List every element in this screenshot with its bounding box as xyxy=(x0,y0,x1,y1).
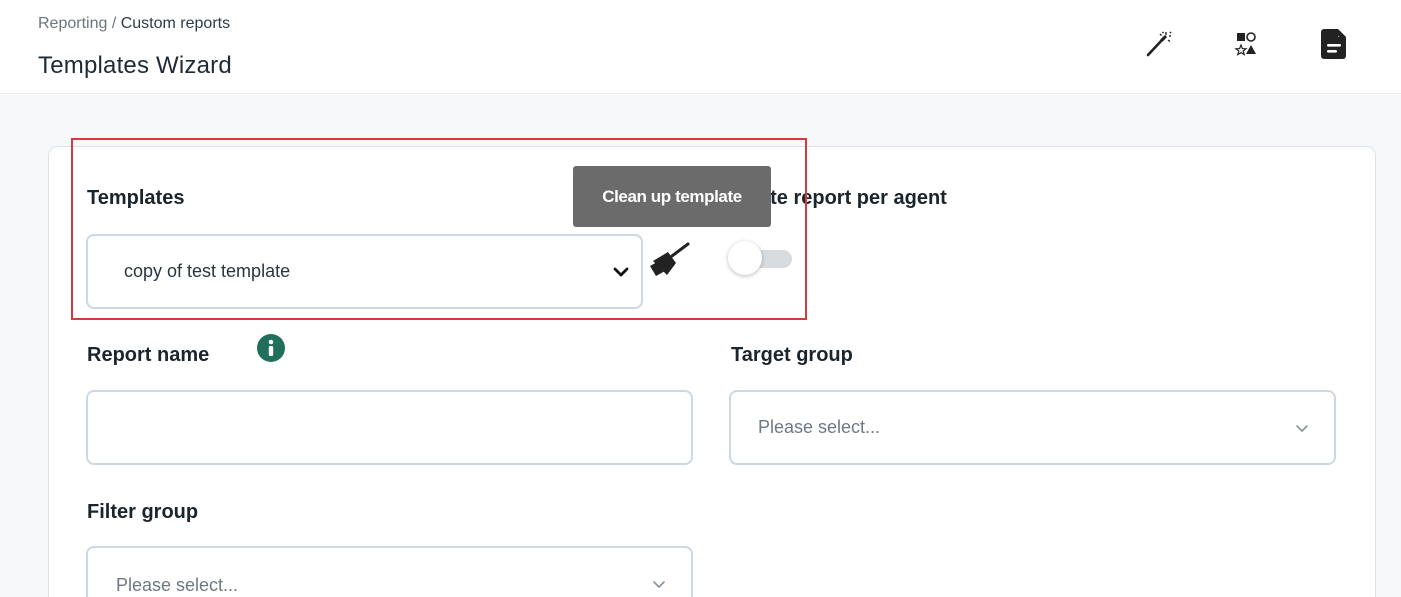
filter-group-select[interactable]: Please select... xyxy=(86,546,693,597)
magic-wand-button[interactable] xyxy=(1138,24,1178,64)
filter-group-placeholder: Please select... xyxy=(116,575,239,595)
document-icon xyxy=(1321,29,1346,59)
toggle-knob xyxy=(728,241,762,275)
breadcrumb: Reporting / Custom reports xyxy=(38,15,230,33)
templates-select[interactable]: copy of test template xyxy=(86,234,643,309)
page-title: Templates Wizard xyxy=(38,52,232,79)
chevron-down-icon xyxy=(649,575,669,595)
broom-icon xyxy=(650,242,690,276)
templates-select-value: copy of test template xyxy=(124,261,291,281)
filter-group-label: Filter group xyxy=(87,501,199,523)
cleanup-template-button[interactable] xyxy=(646,239,692,279)
shapes-button[interactable] xyxy=(1226,24,1266,64)
breadcrumb-current[interactable]: Custom reports xyxy=(121,15,230,32)
report-name-label: Report name xyxy=(87,344,210,366)
page-header: Reporting / Custom reports Templates Wiz… xyxy=(0,0,1401,94)
report-name-input[interactable] xyxy=(86,390,693,465)
shapes-icon xyxy=(1234,32,1256,56)
breadcrumb-root[interactable]: Reporting xyxy=(38,15,107,32)
cleanup-tooltip: Clean up template xyxy=(573,166,771,227)
chevron-down-icon xyxy=(611,262,631,282)
separate-report-label: ate report per agent xyxy=(759,187,947,209)
magic-wand-icon xyxy=(1146,31,1172,57)
chevron-down-icon xyxy=(1292,419,1312,439)
target-group-placeholder: Please select... xyxy=(758,417,881,437)
templates-label: Templates xyxy=(87,187,185,209)
breadcrumb-separator: / xyxy=(107,15,121,32)
info-icon[interactable] xyxy=(257,334,285,362)
target-group-label: Target group xyxy=(731,344,853,366)
document-button[interactable] xyxy=(1314,24,1354,64)
target-group-select[interactable]: Please select... xyxy=(729,390,1336,465)
separate-report-toggle[interactable] xyxy=(728,241,796,275)
